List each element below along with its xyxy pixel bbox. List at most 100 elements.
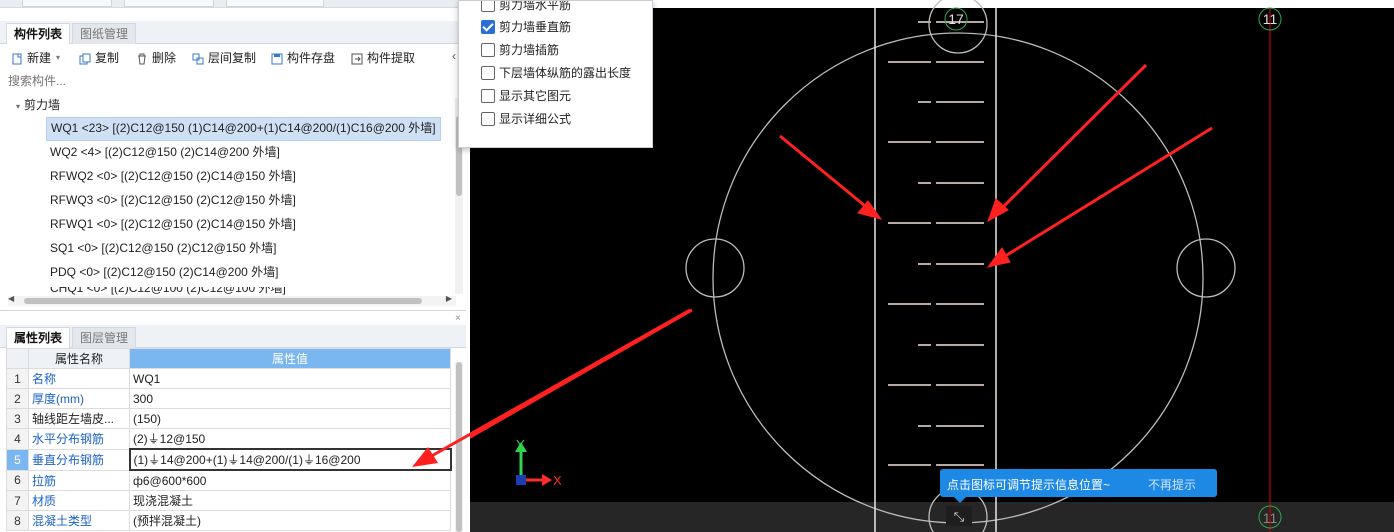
new-file-icon: [11, 52, 23, 65]
property-row[interactable]: 2 厚度(mm) 300: [6, 388, 451, 409]
component-search-input[interactable]: [8, 72, 448, 90]
component-item[interactable]: RFWQ3 <0> [(2)C12@150 (2)C12@150 外墙]: [46, 189, 300, 211]
property-table: 属性名称 属性值 1 名称 WQ1 2 厚度(mm) 300 3 轴线距左墙皮.…: [6, 348, 452, 531]
checkbox-icon[interactable]: [481, 43, 495, 57]
checkbox-icon[interactable]: [481, 66, 495, 80]
collapse-icon: ⤡: [954, 510, 965, 525]
component-item[interactable]: WQ2 <4> [(2)C12@150 (2)C14@200 外墙]: [46, 141, 284, 163]
expand-arrow-icon[interactable]: ▾: [16, 102, 20, 111]
scroll-right-icon[interactable]: ▶: [446, 294, 452, 303]
property-value[interactable]: 现浇混凝土: [129, 490, 451, 511]
row-number: 3: [6, 408, 29, 429]
checkbox-checked-icon[interactable]: [481, 20, 495, 34]
option-label: 剪力墙插筋: [499, 43, 560, 57]
trash-icon: [136, 52, 148, 65]
option-label: 显示其它图元: [499, 89, 572, 103]
close-icon[interactable]: ×: [455, 313, 461, 324]
property-row[interactable]: 6 拉筋 ф6@600*600: [6, 469, 451, 491]
coord-y-label: Y: [516, 437, 525, 452]
header-name: 属性名称: [28, 348, 130, 369]
column-outline-circle: [712, 32, 1204, 524]
top-strip-tab[interactable]: [226, 0, 324, 7]
canvas-bottom-bar: [470, 502, 1394, 532]
top-strip-tab[interactable]: [124, 0, 214, 7]
scrollbar-thumb[interactable]: [456, 362, 462, 532]
property-row-selected[interactable]: 5 垂直分布钢筋 (1)⏚14@200+(1)⏚14@200/(1)⏚16@20…: [6, 448, 452, 471]
tab-property-list[interactable]: 属性列表: [6, 327, 71, 348]
property-row[interactable]: 8 混凝土类型 (预拌混凝土): [6, 510, 451, 531]
property-value[interactable]: (150): [129, 408, 451, 429]
top-strip: [0, 0, 470, 8]
property-value[interactable]: (2)⏚12@150: [129, 428, 451, 450]
property-table-scrollbar[interactable]: [455, 362, 463, 532]
property-name: 拉筋: [28, 469, 130, 491]
delete-button[interactable]: 删除: [136, 49, 176, 67]
display-options-dropdown: 剪力墙水平筋 剪力墙垂直筋 剪力墙插筋 下层墙体纵筋的露出长度 显示其它图元 显…: [458, 0, 653, 148]
component-toolbar: 新建 ▾ 复制 删除 层间复制 构件存盘 构件提取 ‹: [0, 45, 466, 69]
tab-drawing-management[interactable]: 图纸管理: [72, 23, 137, 44]
property-value-editor[interactable]: (1)⏚14@200+(1)⏚14@200/(1)⏚16@200: [128, 448, 452, 471]
delete-button-label: 删除: [152, 51, 177, 65]
property-row[interactable]: 7 材质 现浇混凝土: [6, 490, 451, 511]
property-name: 垂直分布钢筋: [28, 448, 130, 471]
floor-copy-icon: [192, 52, 204, 65]
checkbox-icon[interactable]: [481, 1, 495, 12]
hint-message: 点击图标可调节提示信息位置~: [947, 478, 1111, 492]
scrollbar-thumb[interactable]: [24, 298, 422, 304]
floor-copy-button[interactable]: 层间复制: [192, 49, 256, 67]
save-component-button-label: 构件存盘: [287, 51, 336, 65]
tooltip-pointer: [954, 497, 966, 503]
copy-button-label: 复制: [95, 51, 120, 65]
divider: [0, 310, 466, 311]
tree-group-shear-wall[interactable]: ▾ 剪力墙: [16, 96, 60, 114]
option-label: 剪力墙垂直筋: [499, 20, 572, 34]
top-strip-tab[interactable]: [22, 0, 112, 7]
header-num: [6, 348, 29, 369]
property-value[interactable]: (预拌混凝土): [129, 510, 451, 531]
chevron-down-icon: ▾: [56, 53, 61, 62]
checkbox-icon[interactable]: [481, 112, 495, 126]
row-number: 4: [6, 428, 29, 450]
save-icon: [271, 52, 283, 65]
save-component-button[interactable]: 构件存盘: [271, 49, 335, 67]
left-pane: 构件列表 图纸管理 新建 ▾ 复制 删除 层间复制 构件存盘 构件提取 ‹ 搜索…: [0, 0, 470, 532]
component-item[interactable]: SQ1 <0> [(2)C12@150 (2)C12@150 外墙]: [46, 237, 280, 259]
property-row[interactable]: 3 轴线距左墙皮... (150): [6, 408, 451, 429]
option-label: 下层墙体纵筋的露出长度: [499, 66, 632, 80]
hint-tooltip: 点击图标可调节提示信息位置~ 不再提示: [940, 469, 1217, 503]
copy-button[interactable]: 复制: [79, 49, 119, 67]
component-list-hscrollbar[interactable]: ◀ ▶: [8, 294, 456, 306]
property-value[interactable]: 300: [129, 388, 451, 409]
axis-label-11: 11: [1263, 11, 1278, 27]
floor-copy-button-label: 层间复制: [208, 51, 257, 65]
tab-layer-management[interactable]: 图层管理: [72, 327, 137, 348]
property-value[interactable]: WQ1: [129, 368, 451, 389]
new-button-label: 新建: [27, 51, 52, 65]
row-number: 1: [6, 368, 29, 389]
component-item[interactable]: WQ1 <23> [(2)C12@150 (1)C14@200+(1)C14@2…: [46, 117, 441, 141]
tree-group-label: 剪力墙: [24, 98, 61, 112]
more-icon[interactable]: ‹: [452, 49, 456, 63]
property-value[interactable]: ф6@600*600: [129, 469, 451, 491]
property-name: 材质: [28, 490, 130, 511]
component-item[interactable]: PDQ <0> [(2)C12@150 (2)C14@200 外墙]: [46, 261, 282, 283]
row-number: 6: [6, 469, 29, 491]
new-button[interactable]: 新建 ▾: [11, 49, 60, 67]
dismiss-hint-link[interactable]: 不再提示: [1148, 476, 1196, 493]
extract-component-button-label: 构件提取: [367, 51, 416, 65]
axis-label-17: 17: [948, 11, 964, 27]
property-row[interactable]: 4 水平分布钢筋 (2)⏚12@150: [6, 428, 451, 450]
option-label: 显示详细公式: [499, 112, 572, 126]
property-name: 水平分布钢筋: [28, 428, 130, 450]
checkbox-icon[interactable]: [481, 89, 495, 103]
property-name: 名称: [28, 368, 130, 389]
component-item[interactable]: RFWQ1 <0> [(2)C12@150 (2)C14@150 外墙]: [46, 213, 300, 235]
component-item[interactable]: CHQ1 <0> [(2)C12@100 (2)C12@100 外墙]: [46, 287, 290, 295]
component-item[interactable]: RFWQ2 <0> [(2)C12@150 (2)C14@150 外墙]: [46, 165, 300, 187]
tab-component-list[interactable]: 构件列表: [6, 23, 71, 44]
component-tabbar: 构件列表 图纸管理: [0, 21, 466, 44]
row-number: 7: [6, 490, 29, 511]
extract-component-button[interactable]: 构件提取: [351, 49, 415, 67]
property-row[interactable]: 1 名称 WQ1: [6, 368, 451, 389]
scroll-left-icon[interactable]: ◀: [8, 294, 14, 303]
